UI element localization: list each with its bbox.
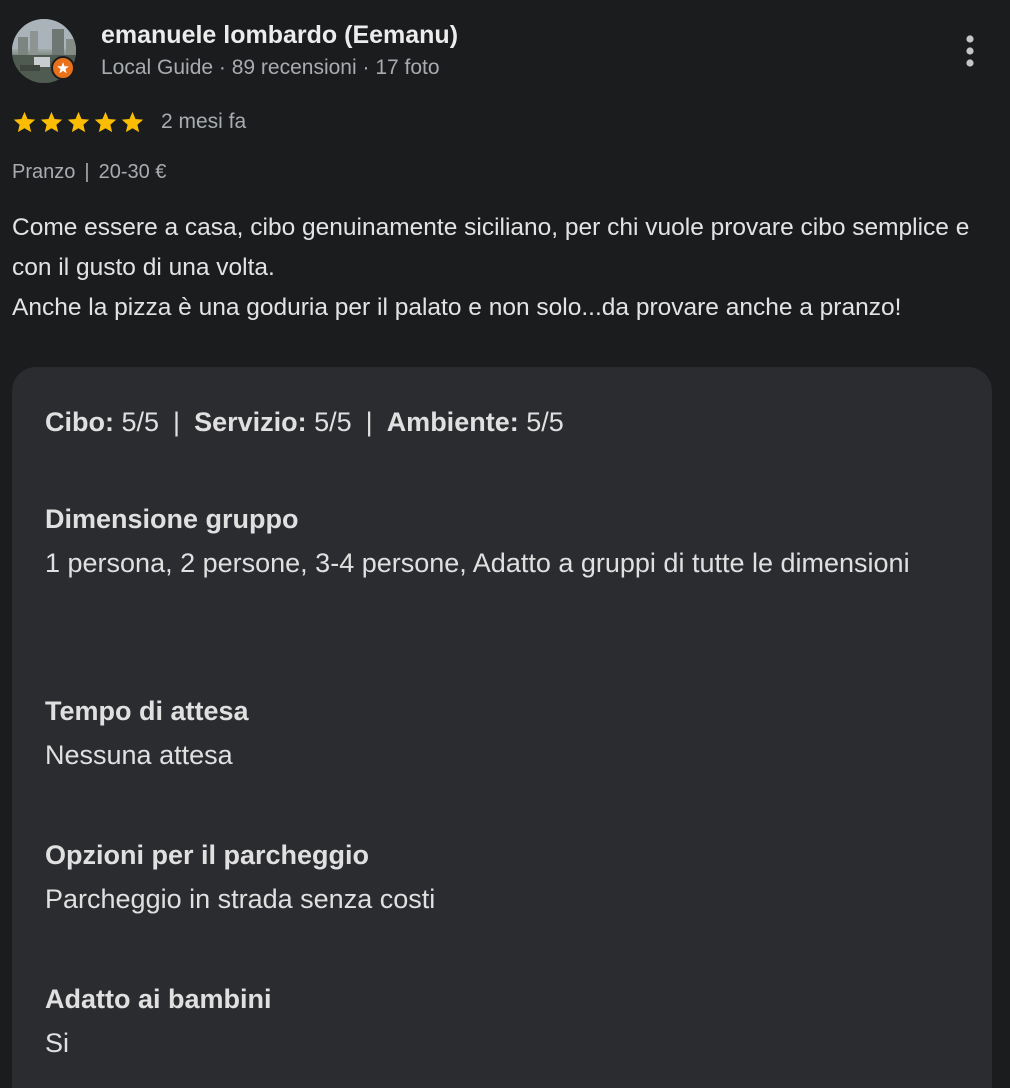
ambience-rating-label: Ambiente: xyxy=(386,407,519,437)
review-text: Come essere a casa, cibo genuinamente si… xyxy=(12,208,987,328)
ambience-rating-value: 5/5 xyxy=(526,407,564,437)
local-guide-badge xyxy=(51,56,75,80)
review-header: emanuele lombardo (Eemanu) Local Guide ·… xyxy=(12,18,1010,88)
star-icon xyxy=(13,111,36,132)
more-options-button[interactable] xyxy=(960,32,980,72)
rating-separator: | xyxy=(173,407,181,437)
more-vert-icon xyxy=(966,35,974,67)
detail-group-size: Dimensione gruppo 1 persona, 2 persone, … xyxy=(45,502,945,587)
star-icon xyxy=(121,111,144,132)
detail-label: Opzioni per il parcheggio xyxy=(45,840,370,870)
detail-kid-friendly: Adatto ai bambini Si xyxy=(45,982,945,1067)
review-date: 2 mesi fa xyxy=(161,110,247,133)
rating-row: 2 mesi fa xyxy=(12,107,246,137)
reviewer-name[interactable]: emanuele lombardo (Eemanu) xyxy=(101,21,458,50)
service-rating-label: Servizio: xyxy=(194,407,307,437)
local-guide-star-icon xyxy=(57,62,69,74)
food-rating-label: Cibo: xyxy=(45,407,114,437)
detail-label: Tempo di attesa xyxy=(45,696,249,726)
star-icon xyxy=(94,111,117,132)
detail-value: 1 persona, 2 persone, 3-4 persone, Adatt… xyxy=(45,548,910,578)
detail-label: Dimensione gruppo xyxy=(45,504,299,534)
detail-value: Si xyxy=(45,1028,70,1058)
tag-separator: | xyxy=(84,161,90,183)
star-icon xyxy=(67,111,90,132)
review-tags: Pranzo | 20-30 € xyxy=(12,161,166,184)
detail-wait-time: Tempo di attesa Nessuna attesa xyxy=(45,694,945,779)
food-rating-value: 5/5 xyxy=(121,407,160,437)
review-details-panel: Cibo: 5/5 | Servizio: 5/5 | Ambiente: 5/5 Di… xyxy=(12,367,992,1088)
review-paragraph: Anche la pizza è una goduria per il pala… xyxy=(12,294,902,321)
review-card: emanuele lombardo (Eemanu) Local Guide ·… xyxy=(0,0,1010,1088)
price-range-tag: 20-30 € xyxy=(98,161,167,183)
service-rating-value: 5/5 xyxy=(314,407,352,437)
star-rating xyxy=(12,110,145,135)
star-icon xyxy=(40,111,63,132)
review-paragraph: Come essere a casa, cibo genuinamente si… xyxy=(12,214,970,281)
rating-separator: | xyxy=(365,407,373,437)
meal-type-tag: Pranzo xyxy=(12,161,76,183)
sub-ratings: Cibo: 5/5 | Servizio: 5/5 | Ambiente: 5/5 xyxy=(45,407,564,438)
detail-value: Parcheggio in strada senza costi xyxy=(45,884,436,914)
reviewer-meta: Local Guide · 89 recensioni · 17 foto xyxy=(101,56,440,79)
detail-parking: Opzioni per il parcheggio Parcheggio in … xyxy=(45,838,945,923)
detail-label: Adatto ai bambini xyxy=(45,984,272,1014)
detail-value: Nessuna attesa xyxy=(45,740,233,770)
